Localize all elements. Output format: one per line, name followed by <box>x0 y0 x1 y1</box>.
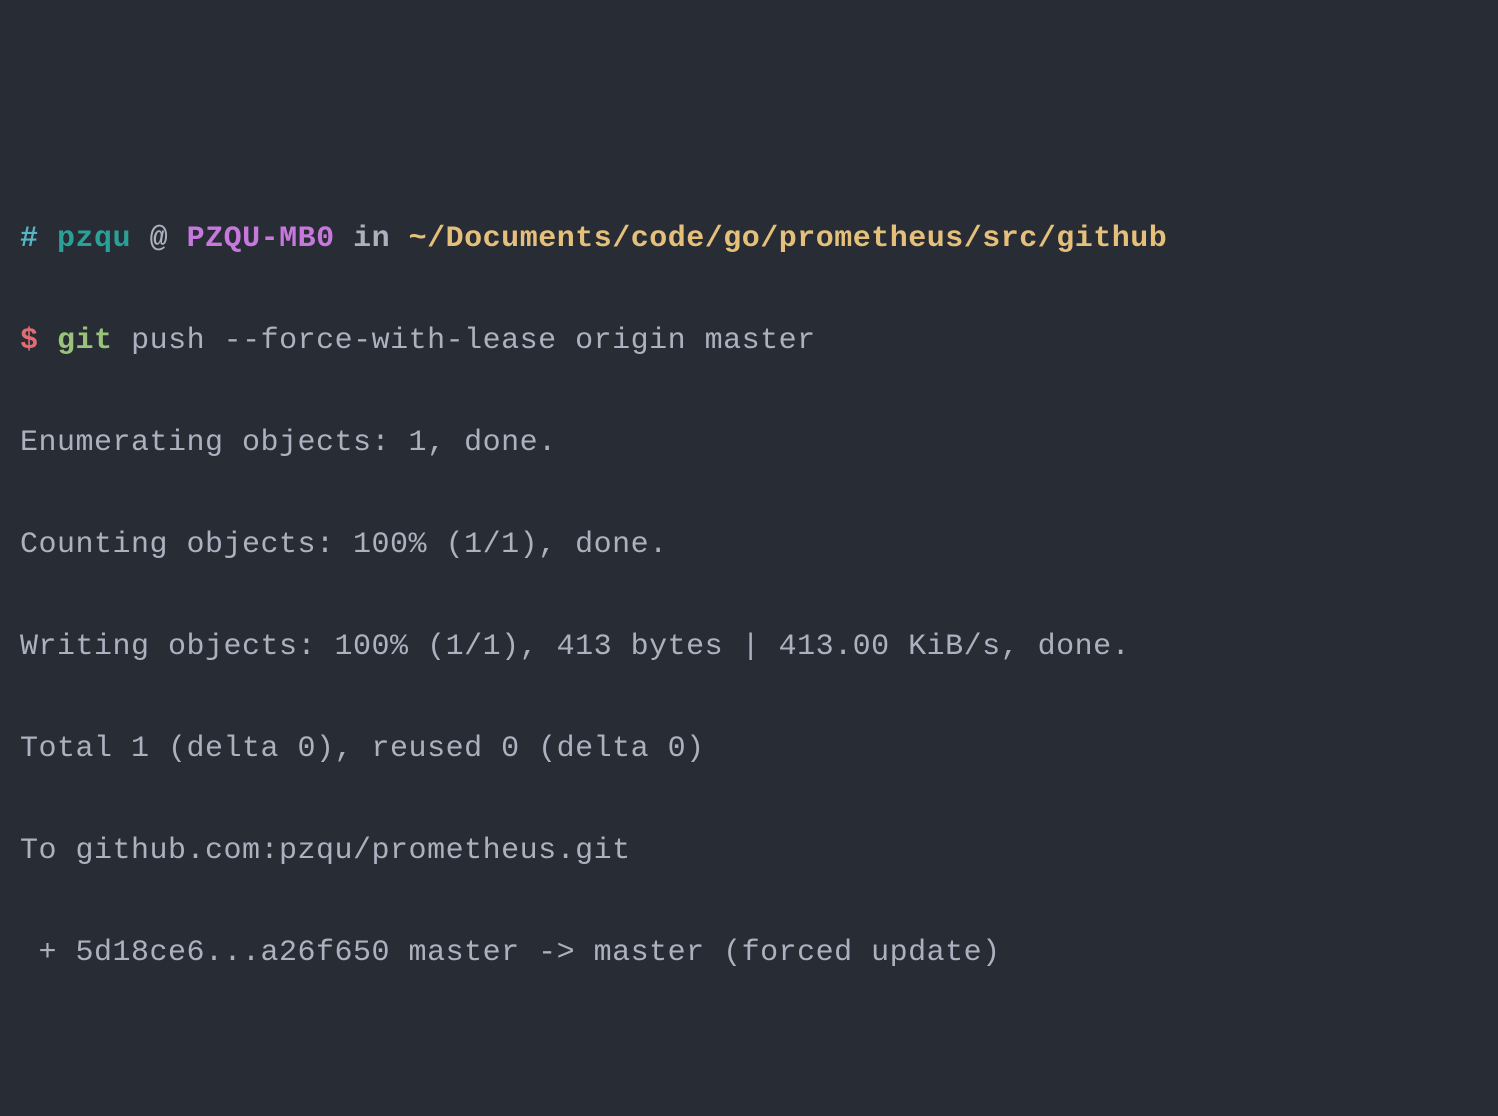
terminal-output-line: To github.com:pzqu/prometheus.git <box>20 826 1478 877</box>
terminal-output-line: + 5d18ce6...a26f650 master -> master (fo… <box>20 928 1478 979</box>
git-command: git <box>57 324 113 358</box>
prompt-hash: # <box>20 222 39 256</box>
terminal-output-line: Total 1 (delta 0), reused 0 (delta 0) <box>20 724 1478 775</box>
terminal-output-line: Enumerating objects: 1, done. <box>20 418 1478 469</box>
prompt-dollar: $ <box>20 324 39 358</box>
terminal-prompt-line: # pzqu @ PZQU-MB0 in ~/Documents/code/go… <box>20 214 1478 265</box>
prompt-user: pzqu <box>57 222 131 256</box>
prompt-in: in <box>353 222 390 256</box>
terminal-command-line[interactable]: $ git push --force-with-lease origin mas… <box>20 316 1478 367</box>
prompt-path: ~/Documents/code/go/prometheus/src/githu… <box>409 222 1168 256</box>
git-args: push --force-with-lease origin master <box>131 324 816 358</box>
terminal-output-line: Counting objects: 100% (1/1), done. <box>20 520 1478 571</box>
prompt-at: @ <box>150 222 169 256</box>
terminal-output-line: Writing objects: 100% (1/1), 413 bytes |… <box>20 622 1478 673</box>
prompt-host: PZQU-MB0 <box>187 222 335 256</box>
